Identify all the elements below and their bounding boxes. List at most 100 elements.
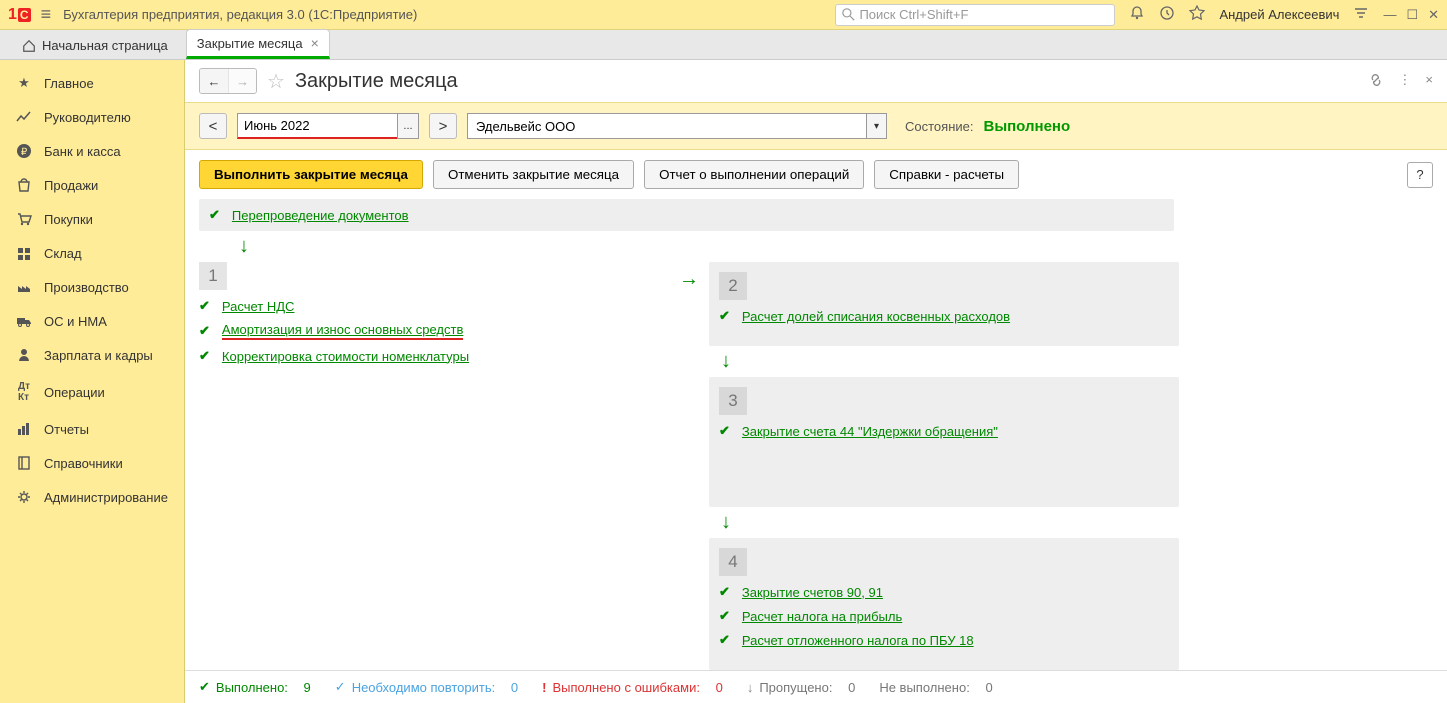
block1-badge: 1 [199,262,227,290]
tab-home[interactable]: Начальная страница [8,32,182,59]
sidebar-item-hr[interactable]: Зарплата и кадры [0,338,184,372]
check-icon: ✔ [199,323,210,339]
sidebar-item-bank[interactable]: ₽Банк и касса [0,134,184,168]
period-next-button[interactable]: > [429,113,457,139]
sidebar-item-warehouse[interactable]: Склад [0,236,184,270]
check-outline-icon: ✓ [335,679,346,695]
check-icon: ✔ [719,608,730,624]
op-nds-link[interactable]: Расчет НДС [222,299,295,314]
refs-button[interactable]: Справки - расчеты [874,160,1019,189]
sidebar-item-production[interactable]: Производство [0,270,184,304]
history-icon[interactable] [1159,5,1175,24]
arrow-down-icon: ↓ [239,235,1433,258]
search-input[interactable]: Поиск Ctrl+Shift+F [835,4,1115,26]
arrow-down-icon: ↓ [721,511,1179,534]
help-button[interactable]: ? [1407,162,1433,188]
tab-close-icon[interactable]: × [311,35,319,51]
truck-icon [14,313,34,329]
logo-1c: 1С [8,6,31,24]
svg-text:₽: ₽ [21,147,28,158]
check-icon: ✔ [199,298,210,314]
star-solid-icon: ★ [14,75,34,91]
op-doli-link[interactable]: Расчет долей списания косвенных расходов [742,309,1010,324]
gear-icon [14,489,34,505]
sidebar-item-manager[interactable]: Руководителю [0,100,184,134]
sidebar-item-sales[interactable]: Продажи [0,168,184,202]
settings-lines-icon[interactable] [1353,5,1369,24]
sidebar-item-catalogs[interactable]: Справочники [0,446,184,480]
factory-icon [14,279,34,295]
cancel-button[interactable]: Отменить закрытие месяца [433,160,634,189]
boxes-icon [14,245,34,261]
check-icon: ✔ [719,308,730,324]
sidebar-item-assets[interactable]: ОС и НМА [0,304,184,338]
arrow-right-icon: → [679,268,699,670]
content-header: ← → ☆ Закрытие месяца ⋮ × [185,60,1447,102]
sidebar-item-admin[interactable]: Администрирование [0,480,184,514]
nav-buttons: ← → [199,68,257,94]
close-page-icon[interactable]: × [1425,72,1433,91]
link-icon[interactable] [1368,72,1384,91]
filter-row: < ... > ▾ Состояние: Выполнено [185,102,1447,150]
check-icon: ✔ [719,584,730,600]
op-amort-link[interactable]: Амортизация и износ основных средств [222,322,463,340]
action-row: Выполнить закрытие месяца Отменить закры… [185,150,1447,199]
period-select-button[interactable]: ... [397,113,419,139]
op-acc44-link[interactable]: Закрытие счета 44 "Издержки обращения" [742,424,998,439]
window-controls: — ☐ ✕ [1383,7,1439,23]
sidebar: ★Главное Руководителю ₽Банк и касса Прод… [0,60,185,703]
sidebar-item-reports[interactable]: Отчеты [0,412,184,446]
check-icon: ✔ [209,207,220,223]
organization-dropdown-icon[interactable]: ▾ [867,113,887,139]
reproc-link[interactable]: Перепроведение документов [232,208,409,223]
reprocessing-panel: ✔ Перепроведение документов [199,199,1174,231]
app-title: Бухгалтерия предприятия, редакция 3.0 (1… [63,7,417,22]
run-button[interactable]: Выполнить закрытие месяца [199,160,423,189]
tabs-bar: Начальная страница Закрытие месяца × [0,30,1447,60]
op-korr-link[interactable]: Корректировка стоимости номенклатуры [222,349,469,364]
op-acc9091-link[interactable]: Закрытие счетов 90, 91 [742,585,883,600]
favorite-star-icon[interactable]: ☆ [267,69,285,94]
chart-icon [14,421,34,437]
block2-badge: 2 [719,272,747,300]
status-bar: ✔Выполнено: 9 ✓Необходимо повторить: 0 !… [185,670,1447,703]
close-icon[interactable]: ✕ [1428,7,1439,23]
organization-input[interactable] [467,113,867,139]
block4-badge: 4 [719,548,747,576]
sidebar-item-operations[interactable]: ДтКтОперации [0,372,184,412]
state-value: Выполнено [983,118,1070,135]
operations-area: ✔ Перепроведение документов ↓ 1 ✔ Расчет … [185,199,1447,670]
maximize-icon[interactable]: ☐ [1406,7,1418,23]
sidebar-item-purchases[interactable]: Покупки [0,202,184,236]
op-tax-link[interactable]: Расчет налога на прибыль [742,609,902,624]
person-icon [14,347,34,363]
user-name[interactable]: Андрей Алексеевич [1219,7,1339,22]
title-icons: Андрей Алексеевич [1129,5,1369,24]
period-prev-button[interactable]: < [199,113,227,139]
report-button[interactable]: Отчет о выполнении операций [644,160,864,189]
period-input[interactable] [237,113,397,139]
minimize-icon[interactable]: — [1383,7,1396,23]
more-icon[interactable]: ⋮ [1398,72,1411,91]
warning-icon: ! [542,680,546,695]
bag-icon [14,177,34,193]
content: ← → ☆ Закрытие месяца ⋮ × < ... > ▾ Сост… [185,60,1447,703]
check-icon: ✔ [199,348,210,364]
journal-icon: ДтКт [14,381,34,403]
star-icon[interactable] [1189,5,1205,24]
tab-active[interactable]: Закрытие месяца × [186,29,330,59]
status-errors: !Выполнено с ошибками: 0 [542,680,723,695]
nav-forward-button[interactable]: → [228,69,256,93]
sidebar-item-main[interactable]: ★Главное [0,66,184,100]
check-icon: ✔ [719,632,730,648]
menu-icon[interactable]: ≡ [41,4,52,25]
check-icon: ✔ [199,679,210,695]
page-title: Закрытие месяца [295,70,458,93]
trend-icon [14,109,34,125]
nav-back-button[interactable]: ← [200,69,228,93]
book-icon [14,455,34,471]
op-pbu18-link[interactable]: Расчет отложенного налога по ПБУ 18 [742,633,974,648]
bell-icon[interactable] [1129,5,1145,24]
ruble-icon: ₽ [14,143,34,159]
block3-badge: 3 [719,387,747,415]
